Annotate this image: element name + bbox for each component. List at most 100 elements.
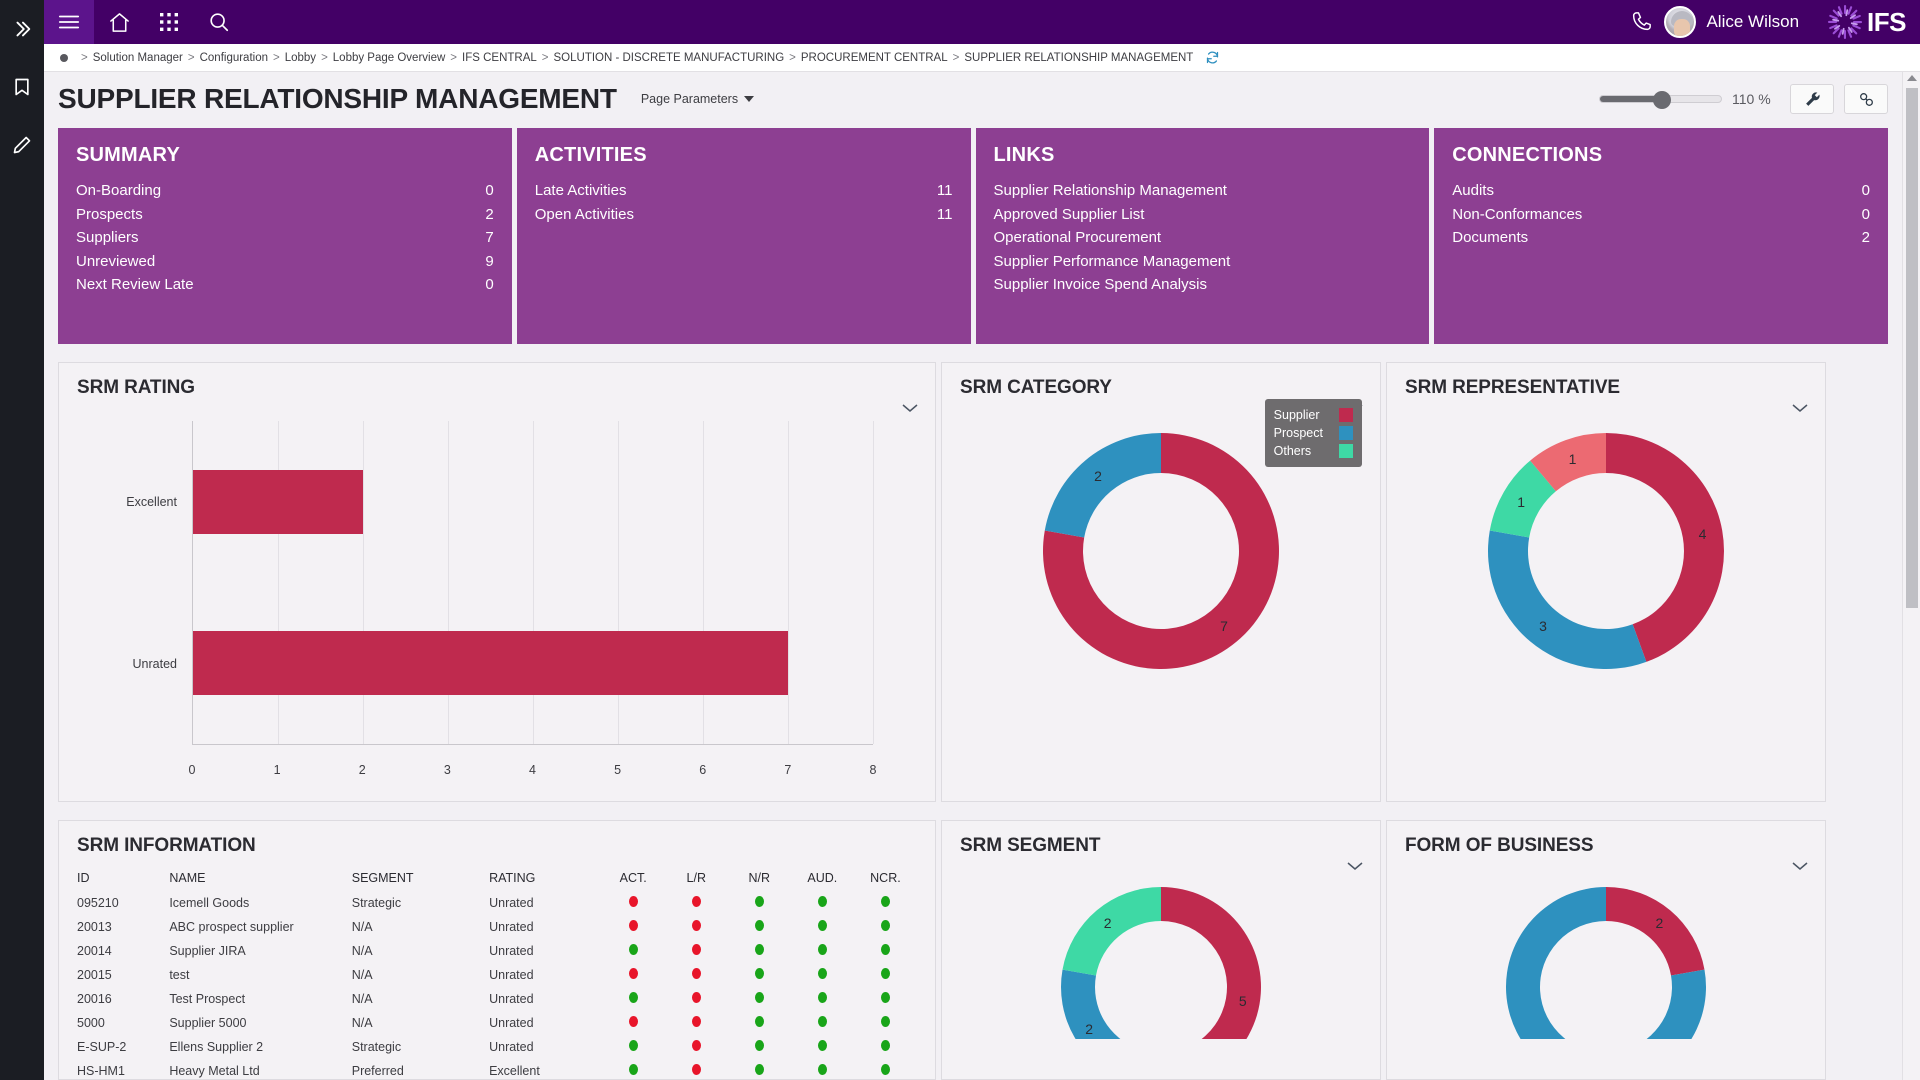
- user-name[interactable]: Alice Wilson: [1706, 12, 1799, 32]
- table-row[interactable]: 20016Test ProspectN/AUnrated: [77, 987, 917, 1011]
- breadcrumb-item-1[interactable]: Configuration: [200, 52, 268, 64]
- legend-item-others[interactable]: Others: [1274, 442, 1353, 460]
- page-designer-button[interactable]: [1844, 84, 1888, 114]
- bookmarks-button[interactable]: [0, 58, 44, 116]
- srm-segment-donut-chart[interactable]: 522: [942, 887, 1380, 1039]
- status-dot-green: [881, 1040, 890, 1051]
- bar-unrated[interactable]: [193, 631, 788, 695]
- kpi-row[interactable]: Late Activities 11: [535, 179, 953, 203]
- gridline: [873, 421, 874, 744]
- search-button[interactable]: [194, 0, 244, 44]
- kpi-value: 9: [485, 250, 493, 274]
- breadcrumb-item-2[interactable]: Lobby: [285, 52, 316, 64]
- legend-label: Prospect: [1274, 426, 1323, 440]
- column-header[interactable]: N/R: [728, 867, 791, 891]
- kpi-row[interactable]: On-Boarding 0: [76, 179, 494, 203]
- column-header[interactable]: ACT.: [602, 867, 665, 891]
- srm-representative-donut-chart[interactable]: 4311: [1387, 433, 1825, 669]
- cell-aud: [791, 987, 854, 1011]
- donut-slice[interactable]: [1061, 970, 1138, 1039]
- phone-button[interactable]: [1618, 0, 1664, 44]
- status-dot-green: [818, 1016, 827, 1027]
- apps-button[interactable]: [144, 0, 194, 44]
- donut-slice[interactable]: [1606, 887, 1704, 976]
- legend-item-supplier[interactable]: Supplier: [1274, 406, 1353, 424]
- table-row[interactable]: 5000Supplier 5000N/AUnrated: [77, 1011, 917, 1035]
- srm-rating-bar-chart[interactable]: ExcellentUnrated012345678: [59, 415, 919, 795]
- breadcrumb-item-3[interactable]: Lobby Page Overview: [333, 52, 446, 64]
- bar-excellent[interactable]: [193, 470, 363, 534]
- column-header[interactable]: AUD.: [791, 867, 854, 891]
- table-row[interactable]: 095210Icemell GoodsStrategicUnrated: [77, 891, 917, 915]
- legend-item-prospect[interactable]: Prospect: [1274, 424, 1353, 442]
- vertical-scrollbar[interactable]: [1902, 72, 1920, 1080]
- home-button[interactable]: [94, 0, 144, 44]
- breadcrumb: > Solution Manager > Configuration > Lob…: [44, 44, 1920, 72]
- donut-slice[interactable]: [1488, 531, 1646, 669]
- breadcrumb-item-0[interactable]: Solution Manager: [93, 52, 183, 64]
- panel-menu-button[interactable]: [1346, 859, 1364, 877]
- column-header[interactable]: NCR.: [854, 867, 917, 891]
- scrollbar-thumb[interactable]: [1906, 88, 1918, 608]
- page-header-actions: 110 %: [1599, 84, 1888, 114]
- kpi-row[interactable]: Open Activities 11: [535, 203, 953, 227]
- panel-menu-button[interactable]: [1791, 401, 1809, 419]
- breadcrumb-separator: >: [188, 52, 195, 64]
- donut-slice[interactable]: [1045, 433, 1161, 537]
- column-header[interactable]: RATING: [489, 867, 602, 891]
- breadcrumb-dot-icon: [60, 54, 68, 62]
- breadcrumb-item-4[interactable]: IFS CENTRAL: [462, 52, 537, 64]
- kpi-row[interactable]: Suppliers 7: [76, 226, 494, 250]
- kpi-row[interactable]: Audits 0: [1452, 179, 1870, 203]
- kpi-label: Next Review Late: [76, 273, 194, 297]
- kpi-row[interactable]: Non-Conformances 0: [1452, 203, 1870, 227]
- table-row[interactable]: E-SUP-2Ellens Supplier 2StrategicUnrated: [77, 1035, 917, 1059]
- zoom-slider-knob[interactable]: [1653, 91, 1671, 109]
- breadcrumb-separator: >: [789, 52, 796, 64]
- cell-rating: Unrated: [489, 915, 602, 939]
- status-dot-green: [818, 992, 827, 1003]
- kpi-link[interactable]: Supplier Performance Management: [994, 250, 1412, 274]
- kpi-row[interactable]: Prospects 2: [76, 203, 494, 227]
- breadcrumb-item-5[interactable]: SOLUTION - DISCRETE MANUFACTURING: [554, 52, 785, 64]
- page-settings-button[interactable]: [1790, 84, 1834, 114]
- main-menu-button[interactable]: [44, 0, 94, 44]
- column-header[interactable]: SEGMENT: [352, 867, 489, 891]
- column-header[interactable]: ID: [77, 867, 169, 891]
- panel-srm-information: SRM INFORMATION IDNAMESEGMENTRATINGACT.L…: [58, 820, 936, 1080]
- table-row[interactable]: 20013ABC prospect supplierN/AUnrated: [77, 915, 917, 939]
- page-parameters-dropdown[interactable]: Page Parameters: [641, 92, 754, 106]
- table-row[interactable]: 20014Supplier JIRAN/AUnrated: [77, 939, 917, 963]
- kpi-row[interactable]: Unreviewed 9: [76, 250, 494, 274]
- kpi-link[interactable]: Operational Procurement: [994, 226, 1412, 250]
- panel-menu-button[interactable]: [1791, 859, 1809, 877]
- srm-category-donut-chart[interactable]: 72: [942, 433, 1380, 669]
- chevrons-right-icon: [11, 18, 33, 40]
- kpi-row[interactable]: Documents 2: [1452, 226, 1870, 250]
- cell-ncr: [854, 915, 917, 939]
- kpi-link[interactable]: Supplier Invoice Spend Analysis: [994, 273, 1412, 297]
- breadcrumb-item-6[interactable]: PROCUREMENT CENTRAL: [801, 52, 948, 64]
- column-header[interactable]: L/R: [665, 867, 728, 891]
- refresh-button[interactable]: [1205, 50, 1220, 65]
- column-header[interactable]: NAME: [169, 867, 351, 891]
- kpi-link[interactable]: Supplier Relationship Management: [994, 179, 1412, 203]
- avatar[interactable]: [1664, 6, 1696, 38]
- zoom-slider[interactable]: [1599, 95, 1722, 103]
- kpi-value: 2: [485, 203, 493, 227]
- chevron-down-icon: [1791, 860, 1809, 872]
- cell-aud: [791, 1035, 854, 1059]
- edit-button[interactable]: [0, 116, 44, 174]
- srm_category-svg: [1043, 433, 1279, 669]
- panel-srm-rating: SRM RATING ExcellentUnrated012345678: [58, 362, 936, 802]
- scroll-up-arrow-icon[interactable]: [1907, 75, 1917, 81]
- table-row[interactable]: 20015testN/AUnrated: [77, 963, 917, 987]
- donut-slice[interactable]: [1063, 887, 1161, 976]
- expand-rail-button[interactable]: [0, 0, 44, 58]
- kpi-row[interactable]: Next Review Late 0: [76, 273, 494, 297]
- breadcrumb-separator: >: [450, 52, 457, 64]
- breadcrumb-item-7[interactable]: SUPPLIER RELATIONSHIP MANAGEMENT: [964, 52, 1193, 64]
- kpi-link[interactable]: Approved Supplier List: [994, 203, 1412, 227]
- form-of-business-donut-chart[interactable]: 2: [1387, 887, 1825, 1039]
- table-row[interactable]: HS-HM1Heavy Metal LtdPreferredExcellent: [77, 1059, 917, 1080]
